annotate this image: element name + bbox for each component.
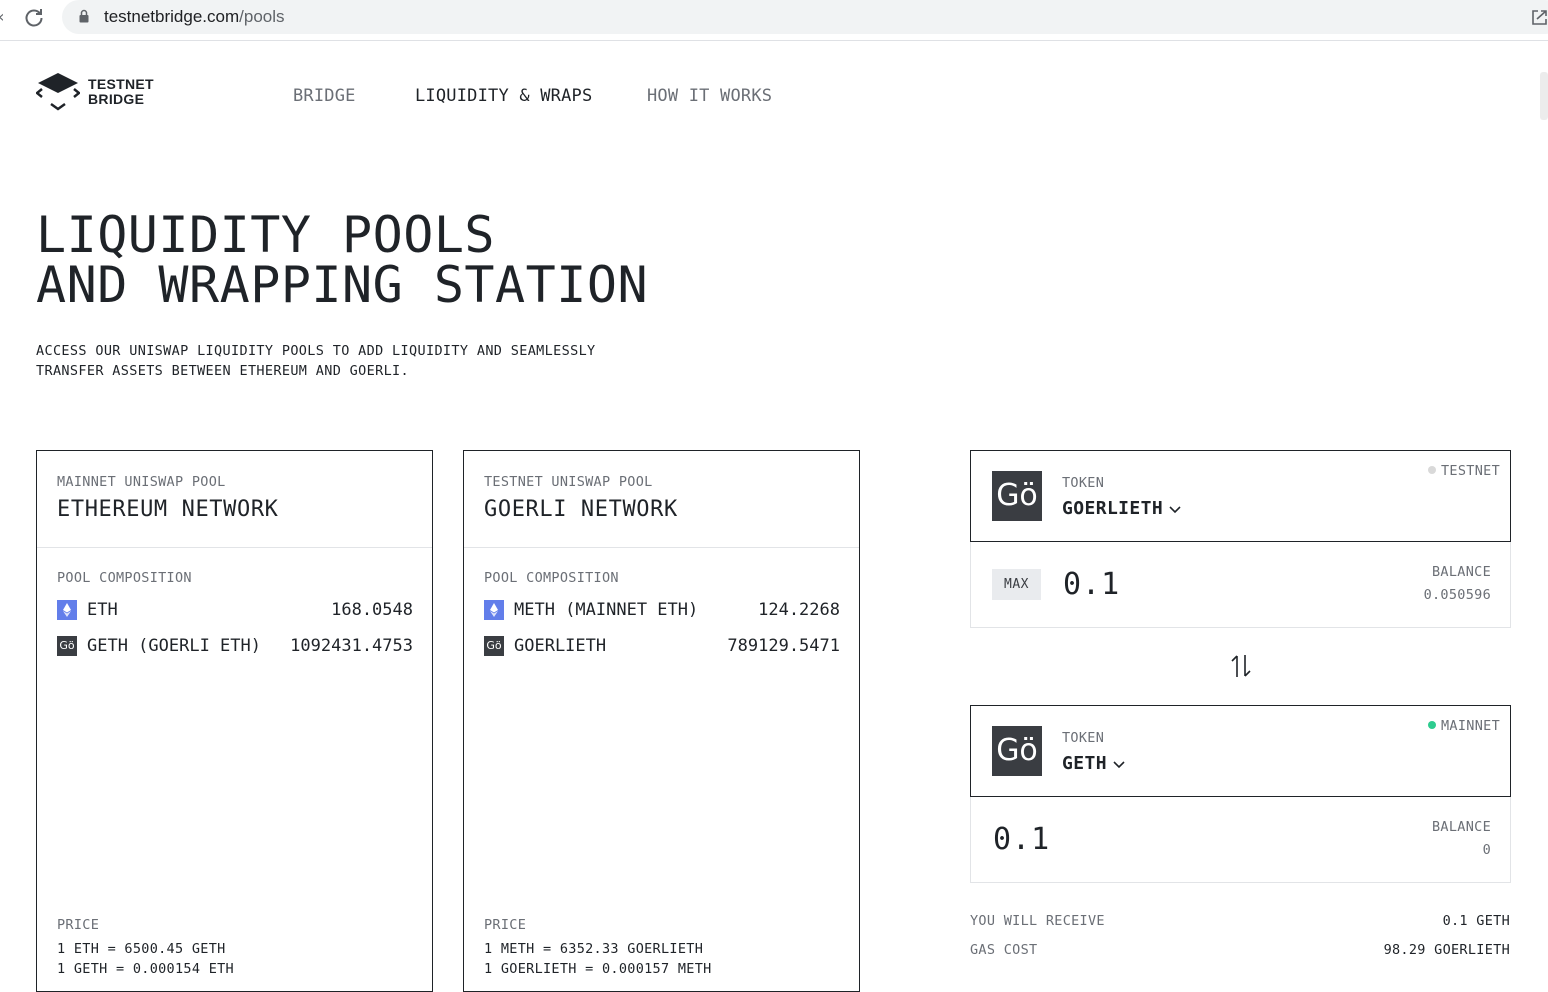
reload-icon[interactable]: [23, 6, 45, 28]
pool-composition-label: POOL COMPOSITION: [484, 570, 619, 586]
pool-asset-amount: 789129.5471: [727, 636, 840, 656]
gas-cost-label: GAS COST: [970, 942, 1038, 958]
network-badge-mainnet: MAINNET: [1428, 718, 1500, 734]
pool-price-line: 1 GOERLIETH = 0.000157 METH: [484, 961, 712, 977]
from-balance-label: BALANCE: [1432, 564, 1491, 580]
logo-line-2: BRIDGE: [88, 91, 145, 107]
page-subtitle-line-1: ACCESS OUR UNISWAP LIQUIDITY POOLS TO AD…: [36, 343, 596, 359]
receive-value: 0.1 GETH: [1442, 913, 1510, 929]
pool-asset-row: Gö GETH (GOERLI ETH) 1092431.4753: [57, 635, 413, 657]
lock-icon[interactable]: [79, 9, 89, 23]
from-amount-panel: MAX BALANCE 0.050596: [970, 542, 1511, 628]
pool-title: GOERLI NETWORK: [484, 497, 678, 522]
testnet-bridge-logo-icon[interactable]: [36, 72, 80, 112]
from-balance-value: 0.050596: [1423, 587, 1491, 603]
address-bar[interactable]: [62, 0, 1548, 34]
to-token-panel: Gö TOKEN GETH MAINNET: [970, 705, 1511, 797]
page-subtitle-line-2: TRANSFER ASSETS BETWEEN ETHEREUM AND GOE…: [36, 363, 410, 379]
from-token-label: TOKEN: [1062, 475, 1105, 491]
pool-card-header: TESTNET UNISWAP POOL GOERLI NETWORK: [464, 451, 859, 548]
pool-price-label: PRICE: [484, 917, 527, 933]
receive-summary-row: YOU WILL RECEIVE 0.1 GETH: [970, 913, 1510, 933]
pool-asset-name: ETH: [87, 600, 118, 620]
url-text[interactable]: testnetbridge.com/pools: [104, 6, 285, 28]
back-icon[interactable]: ‹: [0, 8, 4, 26]
pool-asset-name: GOERLIETH: [514, 636, 607, 656]
pool-asset-amount: 1092431.4753: [290, 636, 413, 656]
network-badge-label: MAINNET: [1441, 718, 1500, 734]
to-balance-label: BALANCE: [1432, 819, 1491, 835]
to-amount-panel: BALANCE 0: [970, 797, 1511, 883]
pool-card-mainnet: MAINNET UNISWAP POOL ETHEREUM NETWORK PO…: [36, 450, 433, 992]
goerli-token-logo-icon: Gö: [992, 726, 1042, 776]
ethereum-icon: [484, 600, 504, 620]
gas-cost-row: GAS COST 98.29 GOERLIETH: [970, 942, 1510, 962]
browser-toolbar: ‹ testnetbridge.com/pools: [0, 0, 1548, 41]
from-token-select[interactable]: GOERLIETH: [1062, 497, 1181, 521]
goerli-token-logo-icon: Gö: [992, 471, 1042, 521]
page-title-line-2: AND WRAPPING STATION: [36, 256, 649, 314]
logo-wordmark[interactable]: TESTNET BRIDGE: [88, 77, 154, 107]
pool-price-label: PRICE: [57, 917, 100, 933]
pool-asset-name: METH (MAINNET ETH): [514, 600, 699, 620]
max-button[interactable]: MAX: [992, 569, 1041, 600]
goerli-icon: Gö: [57, 636, 77, 656]
pool-asset-amount: 124.2268: [758, 600, 840, 620]
pool-kicker: MAINNET UNISWAP POOL: [57, 474, 226, 490]
chevron-down-icon: [1113, 761, 1125, 769]
status-dot-icon: [1428, 466, 1436, 474]
to-token-symbol: GETH: [1062, 753, 1107, 774]
to-token-label: TOKEN: [1062, 730, 1105, 746]
nav-how-it-works[interactable]: HOW IT WORKS: [647, 85, 772, 107]
goerli-icon: Gö: [484, 636, 504, 656]
logo-line-1: TESTNET: [88, 76, 154, 92]
url-domain: testnetbridge.com: [104, 7, 240, 26]
page-subtitle: ACCESS OUR UNISWAP LIQUIDITY POOLS TO AD…: [36, 341, 596, 381]
page-title-line-1: LIQUIDITY POOLS: [36, 206, 496, 264]
pool-asset-row: ETH 168.0548: [57, 599, 413, 621]
url-path: /pools: [239, 7, 285, 26]
to-amount-input[interactable]: [993, 819, 1243, 859]
from-token-symbol: GOERLIETH: [1062, 498, 1164, 519]
from-token-panel: Gö TOKEN GOERLIETH TESTNET: [970, 450, 1511, 542]
scrollbar-thumb[interactable]: [1540, 72, 1548, 120]
pool-card-testnet: TESTNET UNISWAP POOL GOERLI NETWORK POOL…: [463, 450, 860, 992]
to-balance-value: 0: [1482, 842, 1491, 858]
status-dot-icon: [1428, 721, 1436, 729]
pool-asset-row: Gö GOERLIETH 789129.5471: [484, 635, 840, 657]
to-token-select[interactable]: GETH: [1062, 752, 1125, 776]
pool-title: ETHEREUM NETWORK: [57, 497, 279, 522]
nav-bridge[interactable]: BRIDGE: [293, 85, 356, 107]
pool-asset-row: METH (MAINNET ETH) 124.2268: [484, 599, 840, 621]
receive-label: YOU WILL RECEIVE: [970, 913, 1105, 929]
pool-price-line: 1 GETH = 0.000154 ETH: [57, 961, 234, 977]
pool-kicker: TESTNET UNISWAP POOL: [484, 474, 653, 490]
pool-card-header: MAINNET UNISWAP POOL ETHEREUM NETWORK: [37, 451, 432, 548]
gas-cost-value: 98.29 GOERLIETH: [1383, 942, 1510, 958]
pool-price-line: 1 METH = 6352.33 GOERLIETH: [484, 941, 704, 957]
network-badge-testnet: TESTNET: [1428, 463, 1500, 479]
from-amount-input[interactable]: [1063, 564, 1313, 604]
network-badge-label: TESTNET: [1441, 463, 1500, 479]
pool-composition-label: POOL COMPOSITION: [57, 570, 192, 586]
pool-asset-amount: 168.0548: [331, 600, 413, 620]
nav-liquidity-wraps[interactable]: LIQUIDITY & WRAPS: [415, 85, 592, 107]
chevron-down-icon: [1169, 506, 1181, 514]
pool-price-line: 1 ETH = 6500.45 GETH: [57, 941, 226, 957]
pool-asset-name: GETH (GOERLI ETH): [87, 636, 261, 656]
page-title: LIQUIDITY POOLS AND WRAPPING STATION: [36, 210, 648, 310]
share-icon[interactable]: [1531, 8, 1548, 26]
swap-direction-icon[interactable]: [1229, 653, 1253, 679]
ethereum-icon: [57, 600, 77, 620]
